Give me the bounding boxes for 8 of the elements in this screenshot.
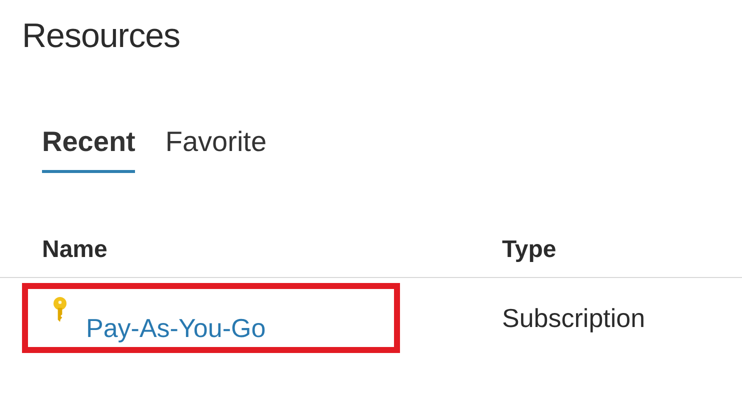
tab[interactable]: Recent xyxy=(42,126,136,173)
page-title: Resources xyxy=(22,16,182,57)
column-header: Name xyxy=(41,236,108,264)
resource-link[interactable]: Pay-As-You-Go xyxy=(86,313,266,343)
column-header: Type xyxy=(502,236,556,264)
tab[interactable]: Favorite xyxy=(165,126,267,173)
key-icon xyxy=(52,297,68,323)
table-cell: Subscription xyxy=(502,302,646,334)
